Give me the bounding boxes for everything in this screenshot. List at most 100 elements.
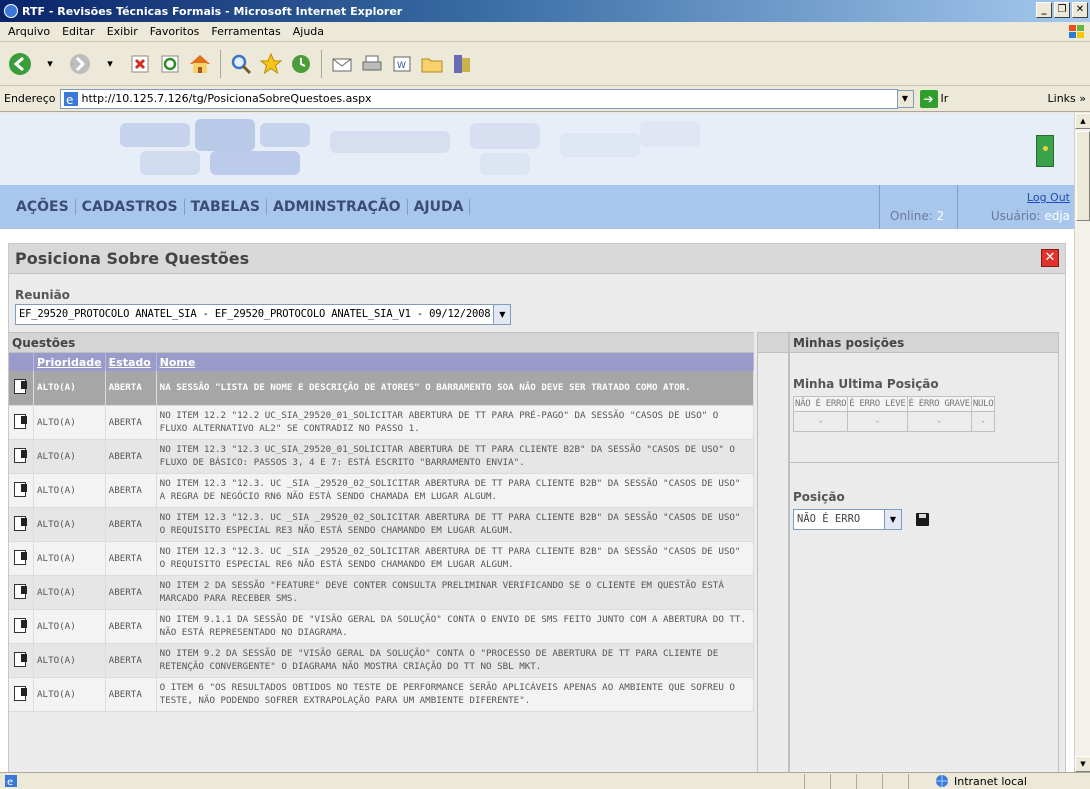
select-document-icon[interactable]: [12, 685, 30, 701]
refresh-button[interactable]: [156, 49, 184, 79]
select-document-icon[interactable]: [12, 481, 30, 497]
close-window-button[interactable]: ✕: [1072, 2, 1088, 18]
save-icon[interactable]: [916, 513, 929, 526]
menu-editar[interactable]: Editar: [56, 25, 101, 38]
scroll-thumb[interactable]: [1076, 131, 1090, 221]
prioridade-header[interactable]: Prioridade: [33, 353, 106, 371]
table-row[interactable]: ALTO(A) ABERTA O ITEM 6 "OS RESULTADOS O…: [9, 677, 755, 712]
nav-administracao[interactable]: ADMINSTRAÇÃO: [267, 199, 408, 215]
svg-text:e: e: [66, 93, 73, 107]
menu-ferramentas[interactable]: Ferramentas: [205, 25, 286, 38]
toolbar-separator: [321, 49, 322, 78]
table-row[interactable]: ALTO(A) ABERTA NO ITEM 2 DA SESSÃO "FEAT…: [9, 575, 755, 610]
row-nome: NA SESSÃO "LISTA DE NOME E DESCRIÇÃO DE …: [156, 371, 755, 406]
menu-arquivo[interactable]: Arquivo: [2, 25, 56, 38]
table-row[interactable]: ALTO(A) ABERTA NO ITEM 12.2 "12.2 UC_SIA…: [9, 405, 755, 440]
minhas-posicoes-header: Minhas posições: [790, 333, 1058, 353]
table-row[interactable]: ALTO(A) ABERTA NO ITEM 9.1.1 DA SESSÃO D…: [9, 609, 755, 644]
nav-tabelas[interactable]: TABELAS: [185, 199, 268, 215]
row-nome: NO ITEM 12.2 "12.2 UC_SIA_29520_01_SOLIC…: [156, 405, 755, 440]
questoes-table: Prioridade Estado Nome ALTO(A) ABERTA NA…: [9, 353, 755, 712]
close-panel-button[interactable]: ✕: [1041, 249, 1059, 267]
search-icon: [231, 54, 252, 74]
search-button[interactable]: [227, 49, 255, 79]
row-estado: ABERTA: [105, 541, 157, 576]
col-erro-leve: É ERRO LEVE: [847, 396, 908, 412]
exit-door-icon[interactable]: [1036, 135, 1054, 167]
col-nao-e-erro: NÃO É ERRO: [792, 396, 849, 412]
reuniao-label: Reunião: [15, 288, 70, 302]
stop-button[interactable]: [126, 49, 154, 79]
posicao-select[interactable]: NÃO É ERRO ▼: [793, 509, 902, 530]
select-document-icon[interactable]: [12, 515, 30, 531]
discuss-button[interactable]: [418, 49, 446, 79]
select-document-icon[interactable]: [12, 651, 30, 667]
row-estado: ABERTA: [105, 677, 157, 712]
address-input[interactable]: e http://10.125.7.126/tg/PosicionaSobreQ…: [59, 88, 898, 109]
nav-divider: [957, 185, 958, 229]
table-row[interactable]: ALTO(A) ABERTA NO ITEM 12.3 "12.3 UC_SIA…: [9, 439, 755, 474]
status-cell: [908, 774, 909, 789]
links-button[interactable]: Links »: [1048, 92, 1086, 105]
nome-header[interactable]: Nome: [156, 353, 755, 371]
scroll-up-icon[interactable]: ▲: [1075, 113, 1090, 129]
row-estado: ABERTA: [105, 643, 157, 678]
select-document-icon[interactable]: [12, 413, 30, 429]
reuniao-select[interactable]: EF_29520_PROTOCOLO ANATEL_SIA - EF_29520…: [15, 304, 512, 325]
go-button[interactable]: ➔ Ir: [919, 89, 949, 108]
print-button[interactable]: [358, 49, 386, 79]
back-button[interactable]: [6, 49, 34, 79]
stop-icon: [131, 55, 149, 72]
go-label: Ir: [940, 92, 949, 105]
address-bar: Endereço e http://10.125.7.126/tg/Posici…: [0, 86, 1090, 112]
table-row[interactable]: ALTO(A) ABERTA NA SESSÃO "LISTA DE NOME …: [9, 371, 755, 406]
row-estado: ABERTA: [105, 609, 157, 644]
estado-header[interactable]: Estado: [105, 353, 157, 371]
menu-favoritos[interactable]: Favoritos: [144, 25, 206, 38]
history-icon: [292, 54, 310, 73]
table-row[interactable]: ALTO(A) ABERTA NO ITEM 12.3 "12.3. UC _S…: [9, 541, 755, 576]
vertical-scrollbar[interactable]: ▲ ▼: [1074, 113, 1090, 772]
window-titlebar: RTF - Revisões Técnicas Formais - Micros…: [0, 0, 1090, 22]
table-row[interactable]: ALTO(A) ABERTA NO ITEM 9.2 DA SESSÃO DE …: [9, 643, 755, 678]
questoes-header: Questões: [9, 333, 754, 353]
select-document-icon[interactable]: [12, 549, 30, 565]
scroll-down-icon[interactable]: ▼: [1075, 756, 1090, 772]
forward-dropdown[interactable]: ▾: [96, 49, 124, 79]
minimize-button[interactable]: _: [1036, 2, 1052, 18]
row-nome: O ITEM 6 "OS RESULTADOS OBTIDOS NO TESTE…: [156, 677, 755, 712]
table-row[interactable]: ALTO(A) ABERTA NO ITEM 12.3 "12.3. UC _S…: [9, 507, 755, 542]
chevron-down-icon[interactable]: ▼: [885, 509, 902, 530]
maximize-button[interactable]: ❐: [1054, 2, 1070, 18]
row-estado: ABERTA: [105, 575, 157, 610]
select-document-icon[interactable]: [12, 617, 30, 633]
menu-exibir[interactable]: Exibir: [101, 25, 144, 38]
address-dropdown[interactable]: ▼: [896, 89, 914, 108]
edit-button[interactable]: W: [388, 49, 416, 79]
posiciona-panel: Posiciona Sobre Questões ✕ Reunião EF_29…: [8, 243, 1066, 772]
printer-icon: [362, 55, 382, 70]
val-nao-e-erro: -: [792, 411, 849, 432]
select-document-icon[interactable]: [12, 447, 30, 463]
nav-ajuda[interactable]: AJUDA: [408, 199, 471, 215]
messenger-button[interactable]: [448, 49, 476, 79]
select-document-icon[interactable]: [12, 583, 30, 599]
select-document-icon[interactable]: [12, 378, 30, 395]
menu-ajuda[interactable]: Ajuda: [287, 25, 330, 38]
nav-acoes[interactable]: AÇÕES: [10, 199, 76, 215]
back-dropdown[interactable]: ▾: [36, 49, 64, 79]
row-prioridade: ALTO(A): [33, 473, 106, 508]
logout-link[interactable]: Log Out: [1027, 191, 1070, 204]
table-row[interactable]: ALTO(A) ABERTA NO ITEM 12.3 "12.3. UC _S…: [9, 473, 755, 508]
status-cell: [830, 774, 831, 789]
home-button[interactable]: [186, 49, 214, 79]
nav-cadastros[interactable]: CADASTROS: [76, 199, 185, 215]
col-nulo: NULO: [970, 396, 996, 412]
mail-button[interactable]: [328, 49, 356, 79]
favorites-button[interactable]: [257, 49, 285, 79]
user-info: Usuário: edja: [990, 209, 1070, 223]
address-label: Endereço: [4, 92, 56, 105]
chevron-down-icon[interactable]: ▼: [494, 304, 512, 325]
forward-button[interactable]: [66, 49, 94, 79]
history-button[interactable]: [287, 49, 315, 79]
